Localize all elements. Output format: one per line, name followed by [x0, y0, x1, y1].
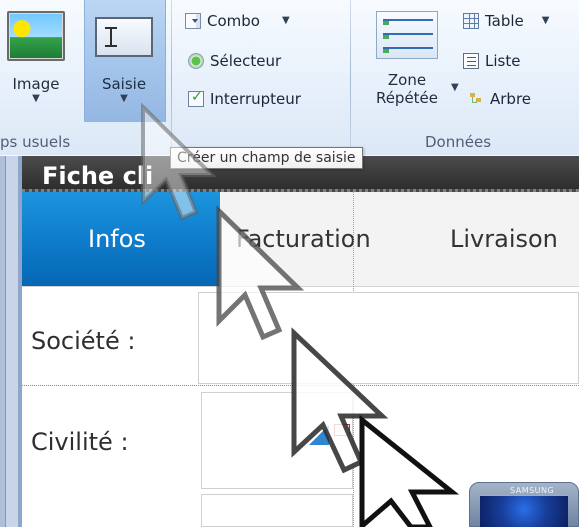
document-title: Fiche cli: [42, 162, 154, 190]
device-screen: [480, 495, 568, 527]
list-icon: [463, 53, 479, 69]
selecteur-button[interactable]: Sélecteur: [188, 52, 281, 70]
radio-icon: [188, 53, 204, 69]
tree-icon: [468, 91, 484, 107]
text-input-icon: [95, 17, 153, 57]
table-dropdown-arrow-icon[interactable]: ▼: [542, 16, 550, 26]
saisie-button-label: Saisie: [101, 75, 147, 93]
group-label-donnees: Données: [425, 133, 492, 151]
image-dropdown-arrow-icon[interactable]: ▼: [0, 94, 72, 104]
liste-label: Liste: [485, 52, 521, 70]
cursor-arrow-icon-main: [359, 414, 460, 527]
device-brand: SAMSUNG: [510, 486, 555, 495]
combo-icon: [185, 13, 201, 29]
app-window: Image ▼ Saisie ▼ ps usuels Combo ▼ Sélec…: [0, 0, 579, 527]
liste-button[interactable]: Liste: [463, 52, 520, 70]
arbre-label: Arbre: [490, 90, 532, 108]
group-separator-2: [350, 0, 351, 156]
ribbon-toolbar: Image ▼ Saisie ▼ ps usuels Combo ▼ Sélec…: [0, 0, 579, 157]
group-label-usuels: ps usuels: [0, 133, 71, 151]
zone-label-line1: Zone: [387, 71, 427, 89]
zone-dropdown-arrow-icon[interactable]: ▼: [451, 83, 459, 93]
zone-repetee-button[interactable]: Zone Répétée: [370, 11, 444, 107]
civilite-label: Civilité :: [31, 428, 129, 456]
image-button[interactable]: Image ▼: [0, 11, 72, 104]
tab-livraison[interactable]: Livraison: [450, 225, 558, 253]
saisie-button[interactable]: Saisie ▼: [91, 17, 157, 104]
table-icon: [463, 13, 479, 29]
combo-button[interactable]: Combo ▼: [185, 12, 290, 30]
document-left-border: [0, 156, 22, 527]
combo-label: Combo: [207, 12, 260, 30]
arbre-button[interactable]: Arbre: [468, 90, 531, 108]
table-label: Table: [485, 12, 524, 30]
selecteur-label: Sélecteur: [210, 52, 282, 70]
table-button[interactable]: Table ▼: [463, 12, 550, 30]
image-button-label: Image: [12, 75, 60, 93]
combo-dropdown-arrow-icon[interactable]: ▼: [282, 16, 290, 26]
zone-label-line2: Répétée: [375, 89, 439, 107]
image-icon: [7, 11, 65, 61]
societe-label: Société :: [31, 327, 136, 355]
repeated-zone-icon: [376, 11, 438, 59]
